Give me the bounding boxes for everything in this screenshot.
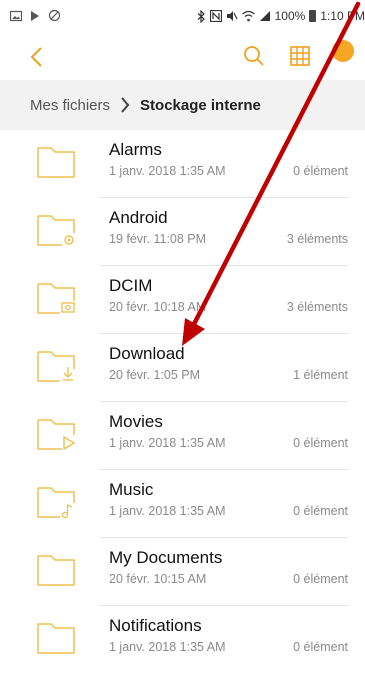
play-store-icon bbox=[31, 10, 39, 21]
file-date: 20 févr. 10:15 AM bbox=[109, 572, 207, 586]
file-name: Music bbox=[109, 480, 154, 499]
battery-percent: 100% bbox=[274, 9, 306, 23]
chevron-right-icon bbox=[121, 97, 130, 113]
app-bar bbox=[0, 34, 365, 80]
chevron-left-icon[interactable] bbox=[28, 46, 46, 68]
file-count: 3 éléments bbox=[286, 232, 348, 246]
mute-icon bbox=[226, 11, 238, 21]
status-time: 1:10 PM bbox=[320, 9, 365, 23]
list-item[interactable]: Download 20 févr. 1:05 PM 1 élément bbox=[0, 334, 365, 402]
list-item[interactable]: DCIM 20 févr. 10:18 AM 3 éléments bbox=[0, 266, 365, 334]
file-name: Android bbox=[109, 208, 168, 227]
folder-icon bbox=[37, 555, 75, 586]
file-date: 1 janv. 2018 1:35 AM bbox=[109, 640, 226, 654]
breadcrumb-current: Stockage interne bbox=[140, 96, 261, 114]
search-icon[interactable] bbox=[243, 45, 265, 67]
folder-music-icon bbox=[37, 487, 75, 519]
folder-video-icon bbox=[37, 419, 76, 451]
list-item[interactable]: My Documents 20 févr. 10:15 AM 0 élément bbox=[0, 538, 365, 606]
file-list: Alarms 1 janv. 2018 1:35 AM 0 élément An… bbox=[0, 130, 365, 674]
list-item[interactable]: Android 19 févr. 11:08 PM 3 éléments bbox=[0, 198, 365, 266]
signal-icon bbox=[259, 11, 270, 21]
file-name: Download bbox=[109, 344, 185, 363]
list-item[interactable]: Notifications 1 janv. 2018 1:35 AM 0 élé… bbox=[0, 606, 365, 674]
picture-icon bbox=[10, 10, 22, 21]
wifi-icon bbox=[241, 10, 255, 22]
folder-icon bbox=[37, 623, 75, 654]
battery-icon bbox=[309, 10, 317, 22]
nfc-icon bbox=[209, 10, 222, 22]
file-count: 0 élément bbox=[293, 164, 348, 178]
file-count: 0 élément bbox=[293, 572, 348, 586]
notification-badge-icon[interactable] bbox=[332, 40, 354, 62]
file-date: 20 févr. 10:18 AM bbox=[109, 300, 207, 314]
grid-view-icon[interactable] bbox=[290, 46, 310, 66]
list-item[interactable]: Music 1 janv. 2018 1:35 AM 0 élément bbox=[0, 470, 365, 538]
breadcrumb-root[interactable]: Mes fichiers bbox=[30, 97, 110, 114]
file-name: Notifications bbox=[109, 616, 202, 635]
file-date: 1 janv. 2018 1:35 AM bbox=[109, 504, 226, 518]
status-right-icons: 100% 1:10 PM bbox=[197, 9, 365, 23]
breadcrumb: Mes fichiers Stockage interne bbox=[0, 80, 365, 130]
file-date: 1 janv. 2018 1:35 AM bbox=[109, 436, 226, 450]
file-name: Movies bbox=[109, 412, 163, 431]
file-count: 0 élément bbox=[293, 504, 348, 518]
blocked-icon bbox=[48, 9, 61, 22]
file-count: 3 éléments bbox=[286, 300, 348, 314]
file-name: Alarms bbox=[109, 140, 162, 159]
folder-settings-icon bbox=[37, 215, 75, 246]
folder-download-icon bbox=[37, 351, 75, 382]
file-date: 20 févr. 1:05 PM bbox=[109, 368, 201, 382]
file-count: 0 élément bbox=[293, 436, 348, 450]
bluetooth-icon bbox=[197, 9, 205, 23]
folder-icon bbox=[37, 147, 75, 178]
file-name: DCIM bbox=[109, 276, 153, 295]
folder-camera-icon bbox=[37, 283, 75, 314]
file-name: My Documents bbox=[109, 548, 223, 567]
file-date: 19 févr. 11:08 PM bbox=[109, 232, 207, 246]
file-count: 1 élément bbox=[293, 368, 348, 382]
file-count: 0 élément bbox=[293, 640, 348, 654]
status-left-icons bbox=[10, 9, 61, 22]
list-item[interactable]: Alarms 1 janv. 2018 1:35 AM 0 élément bbox=[0, 130, 365, 198]
list-item[interactable]: Movies 1 janv. 2018 1:35 AM 0 élément bbox=[0, 402, 365, 470]
status-bar: 100% 1:10 PM bbox=[0, 0, 365, 34]
file-date: 1 janv. 2018 1:35 AM bbox=[109, 164, 226, 178]
